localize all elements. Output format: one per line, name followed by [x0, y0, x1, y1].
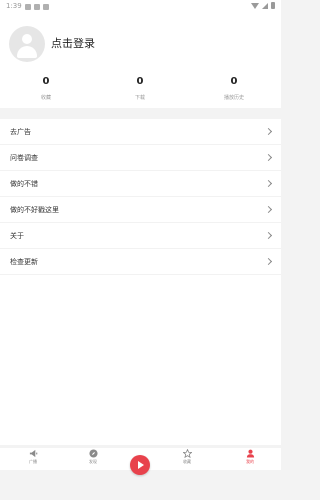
- menu-item-check-update[interactable]: 检查更新: [0, 249, 281, 275]
- notification-icon: [33, 3, 40, 10]
- nav-label: 收藏: [183, 459, 191, 464]
- megaphone-icon: [29, 449, 37, 458]
- stat-label: 播放历史: [223, 95, 244, 101]
- signal-icon: [262, 2, 268, 9]
- nav-item-broadcast[interactable]: 广播: [18, 448, 48, 470]
- nav-label: 发现: [89, 459, 97, 464]
- nav-item-mine[interactable]: 我的: [235, 448, 265, 470]
- compass-icon: [88, 449, 98, 458]
- status-left: 1:39: [6, 2, 49, 11]
- chevron-right-icon: [264, 231, 273, 240]
- wifi-icon: [251, 2, 259, 9]
- menu-item-label: 关于: [10, 232, 24, 240]
- nav-label: 广播: [29, 459, 37, 464]
- notification-icon: [24, 3, 31, 10]
- stat-value: 0: [230, 76, 238, 87]
- nav-item-favorites[interactable]: 收藏: [172, 448, 202, 470]
- menu-item-remove-ads[interactable]: 去广告: [0, 119, 281, 145]
- menu-item-label: 检查更新: [10, 258, 38, 266]
- settings-menu: 去广告 问卷调查 做的不错 做的不好戳这里 关于 检查更新: [0, 119, 281, 445]
- nav-item-discover[interactable]: 发现: [78, 448, 108, 470]
- chevron-right-icon: [264, 153, 273, 162]
- login-button[interactable]: 点击登录: [51, 37, 95, 51]
- play-icon: [138, 461, 144, 469]
- status-bar: 1:39: [0, 0, 281, 13]
- stat-downloads[interactable]: 0 下载: [105, 75, 175, 102]
- stat-value: 0: [136, 76, 144, 87]
- chevron-right-icon: [264, 127, 273, 136]
- menu-item-about[interactable]: 关于: [0, 223, 281, 249]
- stats-row: 0 收藏 0 下载 0 播放历史: [0, 75, 281, 105]
- avatar-body: [17, 46, 37, 58]
- profile-header: 点击登录 0 收藏 0 下载 0 播放历史: [0, 13, 281, 108]
- menu-item-label: 问卷调查: [10, 154, 38, 162]
- stat-label: 下载: [134, 95, 145, 101]
- person-icon: [246, 449, 254, 458]
- avatar-head: [22, 34, 32, 44]
- status-right: [251, 2, 275, 9]
- stat-history[interactable]: 0 播放历史: [199, 75, 269, 102]
- chevron-right-icon: [264, 205, 273, 214]
- user-avatar-icon[interactable]: [9, 26, 45, 62]
- menu-item-label: 去广告: [10, 128, 31, 136]
- notification-icon: [42, 3, 49, 10]
- star-icon: [182, 449, 192, 458]
- nav-label: 我的: [246, 459, 254, 464]
- chevron-right-icon: [264, 257, 273, 266]
- battery-icon: [271, 2, 275, 9]
- menu-item-good-job[interactable]: 做的不错: [0, 171, 281, 197]
- chevron-right-icon: [264, 179, 273, 188]
- menu-item-label: 做的不错: [10, 180, 38, 188]
- stat-favorites[interactable]: 0 收藏: [11, 75, 81, 102]
- menu-item-feedback[interactable]: 做的不好戳这里: [0, 197, 281, 223]
- menu-item-label: 做的不好戳这里: [10, 206, 59, 214]
- stat-value: 0: [42, 76, 50, 87]
- stat-label: 收藏: [40, 95, 51, 101]
- play-button[interactable]: [130, 455, 150, 475]
- menu-item-survey[interactable]: 问卷调查: [0, 145, 281, 171]
- menu-filler: [0, 275, 281, 445]
- status-time: 1:39: [6, 2, 22, 10]
